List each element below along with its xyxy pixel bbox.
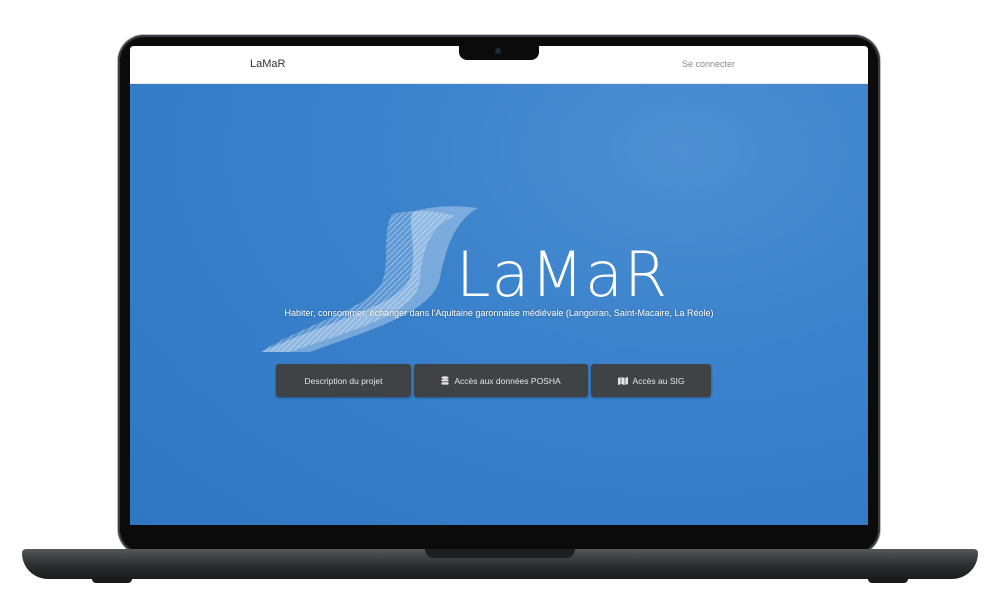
posha-data-button[interactable]: Accès aux données POSHA — [414, 364, 588, 397]
database-icon — [441, 376, 449, 385]
hero-section: LaMaR Habiter, consommer, échanger dans … — [130, 84, 868, 525]
sig-access-label: Accès au SIG — [632, 375, 685, 386]
map-icon — [617, 376, 628, 385]
project-description-label: Description du projet — [304, 375, 383, 386]
camera-notch — [459, 44, 539, 60]
navbar-brand[interactable]: LaMaR — [250, 58, 285, 70]
project-subtitle: Habiter, consommer, échanger dans l'Aqui… — [284, 308, 714, 318]
camera-icon — [495, 48, 501, 54]
sig-access-button[interactable]: Accès au SIG — [591, 364, 711, 397]
posha-data-label: Accès aux données POSHA — [454, 375, 561, 386]
laptop-foot-right — [868, 578, 908, 583]
laptop-screen: LaMaR Se connecter LaMaR Habiter, consom… — [130, 46, 868, 525]
project-description-button[interactable]: Description du projet — [276, 364, 411, 397]
login-link[interactable]: Se connecter — [682, 59, 735, 69]
logo-ribbon-front — [262, 206, 478, 352]
laptop-hinge-lip — [425, 549, 575, 558]
hero-button-row: Description du projet Accès aux données … — [276, 364, 711, 397]
laptop-foot-left — [92, 578, 132, 583]
logo-wordmark: LaMaR — [456, 238, 669, 311]
lamar-logo-graphic — [260, 206, 478, 352]
